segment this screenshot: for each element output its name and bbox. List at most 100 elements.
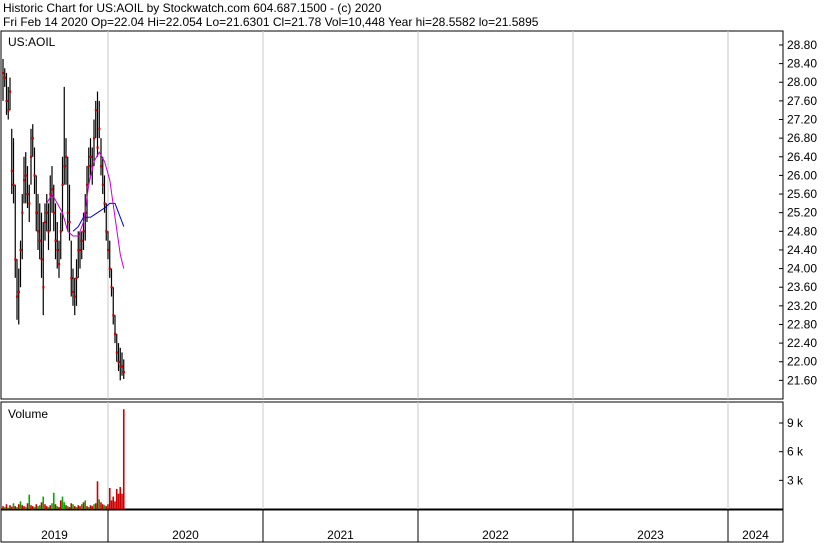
- volume-bar: [91, 506, 94, 509]
- price-y-tick-label: 28.40: [787, 57, 817, 71]
- volume-bar: [119, 487, 122, 509]
- x-axis-year-label: 2022: [482, 528, 509, 542]
- price-y-tick-label: 22.00: [787, 355, 817, 369]
- volume-bar: [31, 506, 34, 509]
- stock-chart: 28.80 28.40 28.00 27.60 27.20 26.80 26.40 26.00…: [0, 30, 817, 543]
- price-y-tick-label: 22.40: [787, 336, 817, 350]
- close-dot: [30, 155, 33, 158]
- close-dot: [61, 183, 64, 186]
- volume-bar: [101, 504, 104, 509]
- close-dot: [101, 183, 104, 186]
- close-dot: [21, 211, 24, 214]
- close-dot: [94, 109, 97, 112]
- volume-y-tick-label: 9 k: [787, 416, 804, 430]
- close-dot: [45, 211, 48, 214]
- close-dot: [93, 137, 96, 140]
- volume-bar: [70, 503, 73, 509]
- volume-bar: [110, 500, 113, 509]
- volume-bar: [52, 492, 55, 509]
- close-dot: [56, 248, 59, 252]
- volume-bar: [96, 481, 99, 509]
- volume-bar: [87, 507, 90, 509]
- volume-bar: [9, 505, 11, 509]
- close-dot: [121, 365, 124, 368]
- volume-bar: [107, 504, 109, 509]
- volume-bar: [44, 504, 46, 509]
- volume-bar: [93, 504, 95, 509]
- volume-bar: [28, 494, 31, 509]
- volume-bar: [16, 507, 18, 509]
- volume-bar: [86, 506, 88, 509]
- volume-bar: [108, 487, 111, 509]
- close-dot: [89, 155, 92, 158]
- x-axis-year-label: 2021: [327, 528, 354, 542]
- close-dot: [10, 169, 13, 172]
- volume-y-tick-label: 3 k: [787, 473, 804, 487]
- volume-bar: [58, 507, 60, 509]
- volume-bar: [35, 504, 38, 509]
- volume-bar: [42, 496, 45, 509]
- volume-bar: [38, 505, 41, 509]
- volume-bar: [3, 507, 6, 509]
- price-y-tick-label: 28.80: [787, 38, 817, 52]
- close-dot: [44, 220, 47, 224]
- chart-window: Historic Chart for US:AOIL by Stockwatch…: [0, 0, 830, 543]
- close-dot: [17, 290, 20, 294]
- close-dot: [51, 188, 54, 191]
- volume-bar: [117, 493, 120, 509]
- time-x-axis: 2019 2020 2021 2022 2023 2024: [0, 509, 784, 543]
- volume-bar: [54, 504, 57, 509]
- volume-bar: [51, 503, 53, 509]
- close-dot: [107, 248, 110, 252]
- volume-bar: [82, 502, 85, 509]
- volume-bar: [94, 503, 97, 509]
- volume-bar: [73, 506, 76, 509]
- close-dot: [16, 295, 19, 298]
- volume-bar: [84, 500, 87, 509]
- close-dot: [58, 262, 61, 266]
- close-dot: [68, 220, 71, 224]
- volume-bar: [12, 503, 15, 509]
- price-y-tick-label: 22.80: [787, 317, 817, 331]
- volume-bar: [115, 488, 118, 509]
- volume-bar: [79, 506, 81, 509]
- close-dot: [40, 258, 43, 261]
- price-y-tick-label: 24.40: [787, 243, 817, 257]
- close-dot: [87, 165, 90, 168]
- close-dot: [117, 360, 120, 363]
- price-y-tick-label: 26.40: [787, 150, 817, 164]
- volume-bar: [40, 502, 43, 509]
- volume-bar: [26, 503, 29, 509]
- volume-bar: [66, 506, 69, 509]
- volume-bar: [61, 496, 64, 509]
- price-y-tick-label: 27.20: [787, 113, 817, 127]
- x-axis-year-label: 2020: [172, 528, 199, 542]
- volume-panel: 9 k 6 k 3 k Volume: [0, 401, 804, 510]
- volume-bar: [98, 499, 101, 509]
- close-dot: [7, 109, 10, 112]
- close-dot: [105, 230, 108, 233]
- close-dot: [96, 146, 99, 149]
- volume-bar: [89, 505, 92, 509]
- x-axis-year-label: 2019: [41, 528, 68, 542]
- close-dot: [38, 239, 41, 242]
- close-dot: [63, 165, 66, 168]
- volume-bar: [63, 502, 66, 509]
- x-axis-year-label: 2023: [637, 528, 664, 542]
- volume-bar: [100, 502, 102, 509]
- volume-bar: [114, 501, 116, 509]
- volume-panel-frame: [0, 401, 784, 510]
- close-dot: [33, 174, 36, 177]
- close-dot: [42, 286, 45, 289]
- price-y-tick-label: 21.60: [787, 373, 817, 387]
- close-dot: [75, 276, 78, 280]
- volume-bar: [17, 504, 20, 509]
- price-y-tick-label: 24.80: [787, 224, 817, 238]
- volume-bar: [68, 507, 71, 509]
- close-dot: [35, 211, 38, 214]
- close-dot: [110, 286, 113, 289]
- close-dot: [47, 230, 50, 233]
- close-dot: [19, 248, 22, 252]
- volume-bar: [2, 506, 4, 509]
- close-dot: [54, 239, 57, 242]
